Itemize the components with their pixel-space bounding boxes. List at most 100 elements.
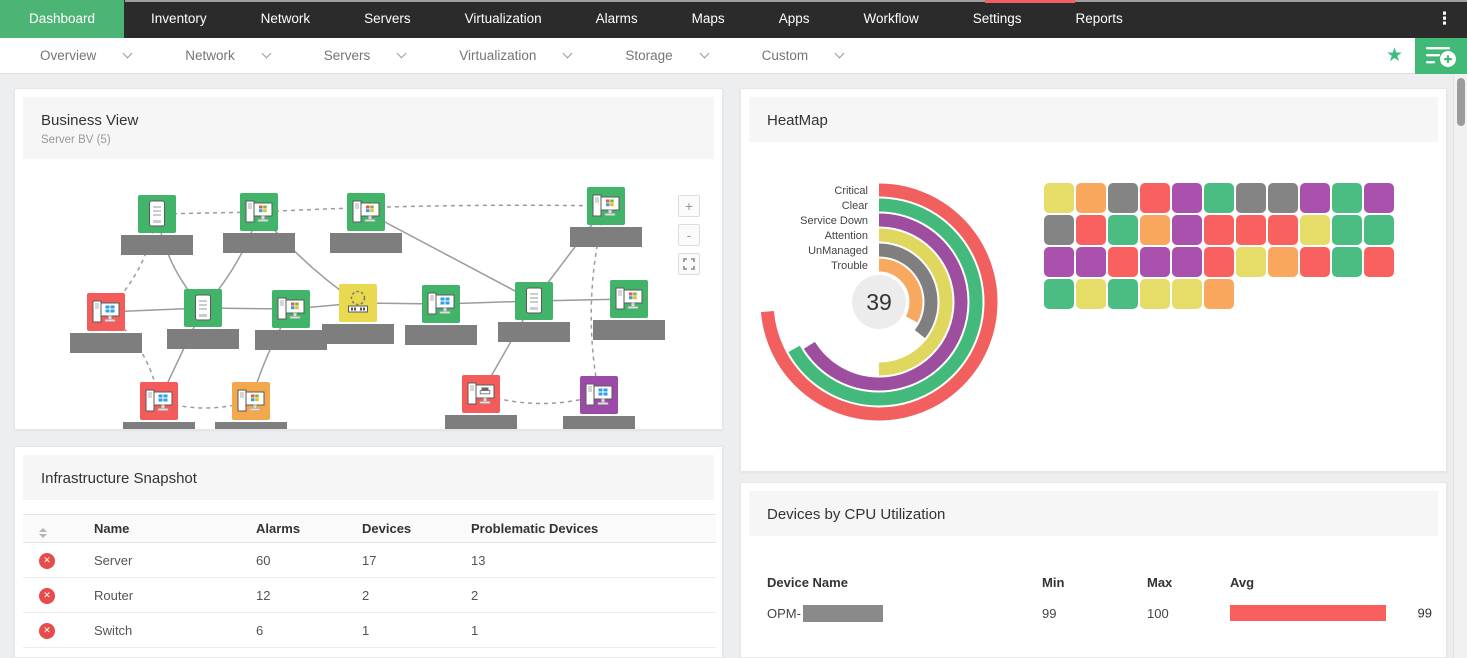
- column-header-name[interactable]: Name: [71, 515, 233, 543]
- heat-cell-red[interactable]: [1300, 247, 1330, 277]
- heat-cell-gray[interactable]: [1236, 183, 1266, 213]
- chevron-down-icon[interactable]: [699, 49, 709, 59]
- heat-cell-purple[interactable]: [1300, 183, 1330, 213]
- heat-cell-green[interactable]: [1364, 215, 1394, 245]
- topology-node-server[interactable]: [515, 282, 553, 320]
- topology-node-pc-win[interactable]: [240, 193, 278, 231]
- fullscreen-button[interactable]: [678, 253, 700, 275]
- sort-column-header[interactable]: [23, 515, 71, 543]
- infra-row-server[interactable]: ✕Server601713: [23, 543, 716, 578]
- infra-row-switch[interactable]: ✕Switch611: [23, 613, 716, 648]
- cpu-column-min[interactable]: Min: [1024, 572, 1129, 592]
- heat-cell-yellow[interactable]: [1140, 279, 1170, 309]
- top-nav-alarms[interactable]: Alarms: [569, 0, 665, 38]
- chevron-down-icon[interactable]: [563, 49, 573, 59]
- zoom-out-button[interactable]: -: [678, 224, 700, 246]
- heat-cell-red[interactable]: [1236, 215, 1266, 245]
- topology-node-pc-blue[interactable]: [87, 293, 125, 331]
- zoom-in-button[interactable]: +: [678, 195, 700, 217]
- heat-cell-yellow[interactable]: [1236, 247, 1266, 277]
- top-nav-network[interactable]: Network: [234, 0, 338, 38]
- heat-cell-green[interactable]: [1108, 215, 1138, 245]
- kebab-menu-icon[interactable]: ⋮: [1422, 0, 1467, 38]
- heat-cell-orange[interactable]: [1204, 279, 1234, 309]
- heat-cell-red[interactable]: [1076, 215, 1106, 245]
- heat-cell-red[interactable]: [1204, 215, 1234, 245]
- heatmap-title: HeatMap: [767, 112, 1420, 129]
- heat-cell-green[interactable]: [1108, 279, 1138, 309]
- sort-icon[interactable]: [39, 528, 47, 538]
- heat-cell-purple[interactable]: [1172, 183, 1202, 213]
- heat-cell-orange[interactable]: [1076, 183, 1106, 213]
- top-nav-settings[interactable]: Settings: [946, 0, 1049, 38]
- heat-cell-purple[interactable]: [1364, 183, 1394, 213]
- chevron-down-icon[interactable]: [397, 49, 407, 59]
- heat-cell-orange[interactable]: [1140, 215, 1170, 245]
- heat-cell-purple[interactable]: [1076, 247, 1106, 277]
- topology-node-pc-win[interactable]: [347, 193, 385, 231]
- top-nav-apps[interactable]: Apps: [752, 0, 837, 38]
- heat-cell-green[interactable]: [1332, 183, 1362, 213]
- topology-node-pc-win[interactable]: [610, 280, 648, 318]
- subnav-item-servers[interactable]: Servers: [324, 48, 406, 63]
- infra-row-router[interactable]: ✕Router1222: [23, 578, 716, 613]
- top-nav-reports[interactable]: Reports: [1049, 0, 1150, 38]
- favorite-star-icon[interactable]: ★: [1374, 38, 1415, 74]
- top-nav-servers[interactable]: Servers: [337, 0, 438, 38]
- heat-cell-purple[interactable]: [1172, 215, 1202, 245]
- heat-cell-green[interactable]: [1044, 279, 1074, 309]
- top-nav-workflow[interactable]: Workflow: [836, 0, 945, 38]
- heat-cell-gray[interactable]: [1108, 183, 1138, 213]
- page-scrollbar[interactable]: [1453, 74, 1467, 658]
- heat-cell-purple[interactable]: [1140, 247, 1170, 277]
- heat-cell-orange[interactable]: [1268, 247, 1298, 277]
- heat-cell-red[interactable]: [1108, 247, 1138, 277]
- topology-node-pc-printer[interactable]: [462, 375, 500, 413]
- topology-node-pc-blue[interactable]: [140, 382, 178, 420]
- topology-node-pc-win[interactable]: [272, 290, 310, 328]
- subnav-item-storage[interactable]: Storage: [625, 48, 707, 63]
- cpu-column-max[interactable]: Max: [1129, 572, 1212, 592]
- heat-cell-gray[interactable]: [1268, 183, 1298, 213]
- heat-cell-yellow[interactable]: [1300, 215, 1330, 245]
- chevron-down-icon[interactable]: [123, 49, 133, 59]
- top-nav-inventory[interactable]: Inventory: [124, 0, 234, 38]
- topology-node-pc-blue[interactable]: [580, 376, 618, 414]
- heat-cell-gray[interactable]: [1044, 215, 1074, 245]
- cpu-column-device-name[interactable]: Device Name: [749, 572, 1024, 592]
- heat-cell-purple[interactable]: [1172, 247, 1202, 277]
- column-header-alarms[interactable]: Alarms: [233, 515, 339, 543]
- heat-cell-purple[interactable]: [1044, 247, 1074, 277]
- heat-cell-yellow[interactable]: [1076, 279, 1106, 309]
- cpu-row[interactable]: OPM-9910099: [749, 592, 1440, 634]
- heat-cell-red[interactable]: [1140, 183, 1170, 213]
- chevron-down-icon[interactable]: [261, 49, 271, 59]
- heat-cell-red[interactable]: [1204, 247, 1234, 277]
- column-header-problematic-devices[interactable]: Problematic Devices: [448, 515, 716, 543]
- topology-node-pc-blue[interactable]: [422, 285, 460, 323]
- topology-node-server[interactable]: [138, 195, 176, 233]
- topology-node-pc-win[interactable]: [232, 382, 270, 420]
- subnav-item-network[interactable]: Network: [185, 48, 270, 63]
- chevron-down-icon[interactable]: [835, 49, 845, 59]
- top-nav-maps[interactable]: Maps: [665, 0, 752, 38]
- subnav-item-custom[interactable]: Custom: [762, 48, 844, 63]
- column-header-devices[interactable]: Devices: [339, 515, 448, 543]
- subnav-item-virtualization[interactable]: Virtualization: [459, 48, 571, 63]
- heat-cell-yellow[interactable]: [1044, 183, 1074, 213]
- add-dashboard-button[interactable]: [1415, 38, 1467, 74]
- heat-cell-red[interactable]: [1364, 247, 1394, 277]
- top-nav-virtualization[interactable]: Virtualization: [438, 0, 569, 38]
- heat-cell-green[interactable]: [1332, 215, 1362, 245]
- heat-cell-red[interactable]: [1268, 215, 1298, 245]
- top-nav-dashboard[interactable]: Dashboard: [0, 0, 124, 38]
- heat-cell-yellow[interactable]: [1172, 279, 1202, 309]
- topology-node-spinner[interactable]: [339, 284, 377, 322]
- subnav-item-overview[interactable]: Overview: [40, 48, 131, 63]
- heat-cell-green[interactable]: [1204, 183, 1234, 213]
- topology-node-pc-win[interactable]: [587, 187, 625, 225]
- topology-node-server[interactable]: [184, 289, 222, 327]
- scrollbar-thumb[interactable]: [1457, 78, 1465, 126]
- cpu-column-avg[interactable]: Avg: [1212, 572, 1440, 592]
- heat-cell-green[interactable]: [1332, 247, 1362, 277]
